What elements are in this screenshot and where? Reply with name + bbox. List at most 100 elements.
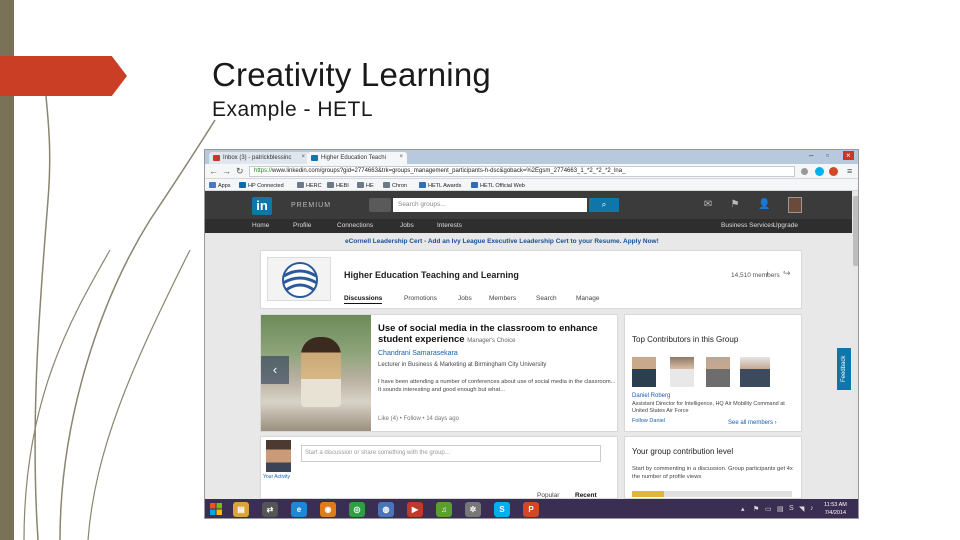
firefox-icon[interactable]: ◉ xyxy=(320,502,336,517)
tab-manage[interactable]: Manage xyxy=(576,295,600,302)
bookmark-label: Apps xyxy=(218,183,231,189)
orange-accent-tab xyxy=(0,56,127,96)
your-activity-link[interactable]: Your Activity xyxy=(263,474,290,480)
scrollbar-thumb[interactable] xyxy=(853,196,858,266)
follow-link[interactable]: Follow Daniel xyxy=(632,418,665,424)
bookmark-hetl-awards[interactable]: HETL Awards xyxy=(419,182,461,189)
chrome-icon[interactable]: ◎ xyxy=(349,502,365,517)
tab-discussions[interactable]: Discussions xyxy=(344,295,383,304)
star-icon[interactable] xyxy=(801,168,808,175)
messages-icon[interactable]: ✉ xyxy=(702,199,714,211)
close-icon[interactable]: × xyxy=(399,154,403,160)
flag-icon[interactable]: ⚑ xyxy=(729,199,741,211)
see-all-members-link[interactable]: See all members › xyxy=(728,420,777,426)
tray-skype-icon[interactable]: S xyxy=(789,505,794,512)
bookmark-label: HERC xyxy=(306,183,322,189)
contributor-photo[interactable] xyxy=(632,357,656,387)
tab-jobs[interactable]: Jobs xyxy=(458,295,472,302)
avatar[interactable] xyxy=(266,440,291,472)
globe-icon[interactable]: ◍ xyxy=(378,502,394,517)
menu-icon[interactable]: ≡ xyxy=(847,166,852,176)
bookmark-herc[interactable]: HERC xyxy=(297,182,322,189)
discussion-meta[interactable]: Like (4) • Follow • 14 days ago xyxy=(378,416,459,422)
bookmark-label: HE xyxy=(366,183,374,189)
tray-network-icon[interactable]: ▤ xyxy=(777,505,784,513)
nav-business-services[interactable]: Business Services xyxy=(721,222,774,229)
maximize-icon[interactable]: ▫ xyxy=(826,151,829,160)
linkedin-logo[interactable]: in xyxy=(252,197,272,215)
tab-promotions[interactable]: Promotions xyxy=(404,295,437,302)
back-icon[interactable]: ← xyxy=(209,166,218,176)
bookmark-label: HP Connected xyxy=(248,183,284,189)
windows-taskbar: ▤ ⇄ e ◉ ◎ ◍ ▶ ♫ ✲ S P ▴ ⚑ ▭ ▤ S ◥ ♪ 11:53 AM 7/4/2… xyxy=(205,499,858,518)
bookmark-label: HETL Awards xyxy=(428,183,462,189)
nav-home[interactable]: Home xyxy=(252,222,269,229)
feedback-tab[interactable]: Feedback xyxy=(837,348,851,390)
nav-profile[interactable]: Profile xyxy=(293,222,311,229)
contributor-name[interactable]: Daniel Roberg xyxy=(632,393,670,399)
nav-upgrade[interactable]: Upgrade xyxy=(773,222,798,229)
bookmark-hp[interactable]: HP Connected xyxy=(239,182,284,189)
skype-ext-icon[interactable] xyxy=(815,167,824,176)
minimize-icon[interactable]: – xyxy=(809,151,813,160)
prev-arrow-icon[interactable]: ‹ xyxy=(261,356,289,384)
windows-start-icon[interactable] xyxy=(209,502,223,516)
bookmark-hetl-web[interactable]: HETL Official Web xyxy=(471,182,525,189)
group-members-count[interactable]: 14,510 members xyxy=(731,272,780,279)
avatar[interactable] xyxy=(788,197,802,213)
promo-link[interactable]: eCornell Leadership Cert - Add an Ivy Le… xyxy=(345,238,659,245)
bookmark-chron[interactable]: Chron xyxy=(383,182,407,189)
url-field[interactable]: https://www.linkedin.com/groups?gid=2774… xyxy=(249,166,795,177)
hetl-globe-icon xyxy=(282,262,318,298)
wifi-icon[interactable]: ◥ xyxy=(799,505,804,513)
music-icon[interactable]: ♫ xyxy=(436,502,452,517)
tray-flag-icon[interactable]: ⚑ xyxy=(753,505,759,513)
network-icon[interactable]: ⇄ xyxy=(262,502,278,517)
browser-tab-gmail[interactable]: Inbox (3) - patrickblessinc × xyxy=(209,152,309,164)
contributor-photo[interactable] xyxy=(740,357,770,387)
close-icon[interactable]: × xyxy=(301,154,305,160)
gears-icon[interactable]: ✲ xyxy=(465,502,481,517)
ie-icon[interactable]: e xyxy=(291,502,307,517)
sort-popular[interactable]: Popular xyxy=(537,492,559,499)
search-input[interactable]: Search groups... xyxy=(393,198,587,212)
tray-up-icon[interactable]: ▴ xyxy=(741,505,745,513)
sort-recent[interactable]: Recent xyxy=(575,492,597,499)
forward-icon[interactable]: → xyxy=(222,166,231,176)
info-icon[interactable]: i xyxy=(766,269,768,279)
nav-interests[interactable]: Interests xyxy=(437,222,462,229)
add-connection-icon[interactable]: 👤 xyxy=(758,199,770,211)
tab-search[interactable]: Search xyxy=(536,295,557,302)
group-logo[interactable] xyxy=(267,257,331,301)
bookmark-apps[interactable]: Apps xyxy=(209,182,231,189)
group-name[interactable]: Higher Education Teaching and Learning xyxy=(344,270,519,280)
window-close-icon[interactable]: × xyxy=(843,151,854,160)
tray-display-icon[interactable]: ▭ xyxy=(765,505,772,513)
skype-icon[interactable]: S xyxy=(494,502,510,517)
nav-connections[interactable]: Connections xyxy=(337,222,373,229)
powerpoint-icon[interactable]: P xyxy=(523,502,539,517)
browser-tab-linkedin[interactable]: Higher Education Teachi × xyxy=(307,152,407,164)
system-clock[interactable]: 11:53 AM 7/4/2014 xyxy=(824,501,847,517)
extension-icon[interactable] xyxy=(829,167,838,176)
volume-icon[interactable]: ♪ xyxy=(810,505,814,512)
slide-subtitle: Example - HETL xyxy=(212,98,374,121)
tab-members[interactable]: Members xyxy=(489,295,516,302)
start-discussion-input[interactable]: Start a discussion or share something wi… xyxy=(301,445,601,462)
contributor-photo[interactable] xyxy=(706,357,730,387)
bookmark-he[interactable]: HE xyxy=(357,182,374,189)
group-header-card: Higher Education Teaching and Learning 1… xyxy=(260,250,802,309)
nav-jobs[interactable]: Jobs xyxy=(400,222,414,229)
explorer-icon[interactable]: ▤ xyxy=(233,502,249,517)
discussion-author[interactable]: Chandrani Samarasekara xyxy=(378,350,458,357)
search-category-dropdown[interactable] xyxy=(369,198,391,212)
media-icon[interactable]: ▶ xyxy=(407,502,423,517)
share-icon[interactable]: ↪ xyxy=(783,268,791,279)
contributor-photo[interactable] xyxy=(670,357,694,387)
slide-title: Creativity Learning xyxy=(212,56,491,93)
discussion-title[interactable]: Use of social media in the classroom to … xyxy=(378,323,618,347)
bookmark-hebi[interactable]: HEBI xyxy=(327,182,349,189)
reload-icon[interactable]: ↻ xyxy=(236,166,244,177)
featured-discussion: ‹ Use of social media in the classroom t… xyxy=(260,314,618,432)
search-button[interactable]: ⌕ xyxy=(589,198,619,212)
